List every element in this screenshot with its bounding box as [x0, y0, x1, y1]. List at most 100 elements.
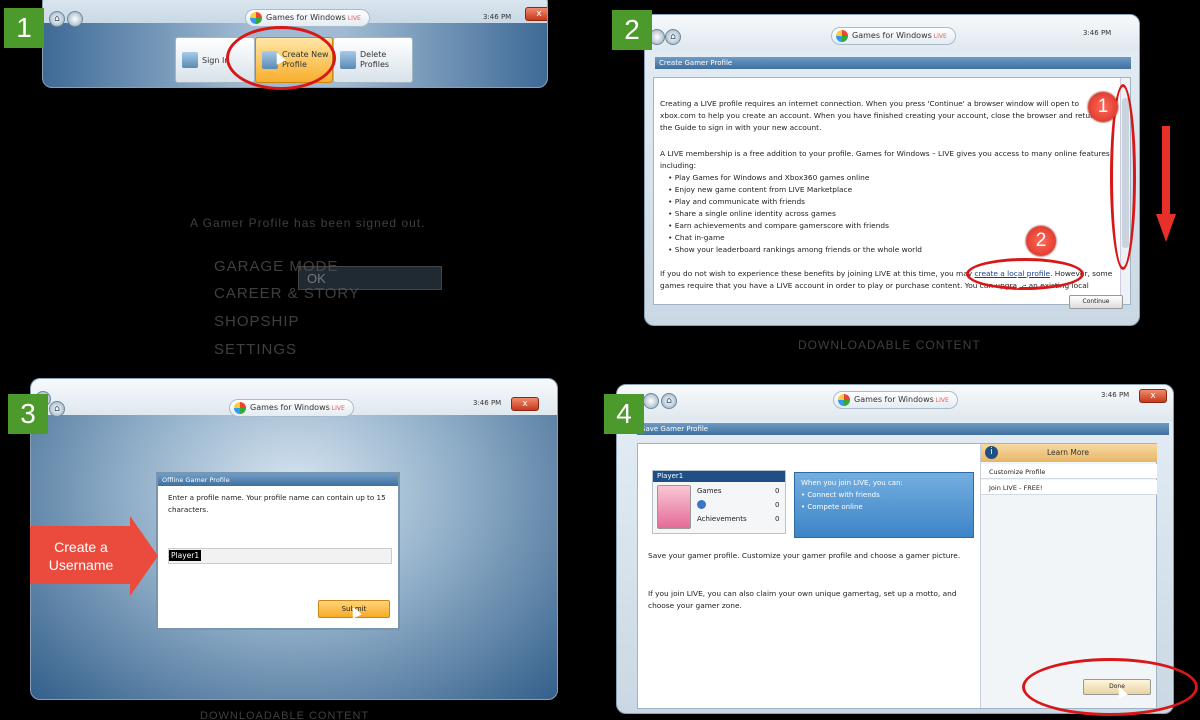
bullet-text: Play and communicate with friends — [674, 197, 806, 206]
bullet-item: • Chat in-game — [668, 233, 725, 242]
annotation-badge-2: 2 — [1026, 226, 1056, 256]
panel-step-2: 2 DOWNLOADABLE CONTENT ⌂ Games for Windo… — [604, 0, 1200, 360]
join-live-title: When you join LIVE, you can: — [801, 479, 903, 487]
red-down-arrowhead-icon — [1156, 214, 1176, 242]
home-icon[interactable]: ⌂ — [661, 393, 677, 409]
join-live-item: • Compete online — [801, 503, 863, 511]
bg-menu-item: SETTINGS — [214, 341, 298, 358]
gfw-logo-icon — [250, 12, 262, 24]
gamerscore-value: 0 — [775, 501, 780, 509]
gamerscore-icon — [697, 500, 706, 509]
sidebar-item-label: Join LIVE - FREE! — [989, 484, 1043, 492]
bg-signout-message: A Gamer Profile has been signed out. — [190, 216, 426, 230]
learn-more-header[interactable]: i Learn More — [981, 444, 1157, 462]
step-number-2: 2 — [612, 10, 652, 50]
bg-menu-item: GARAGE MODE — [214, 258, 339, 275]
panel-step-1: 1 A Gamer Profile has been signed out. O… — [0, 0, 596, 360]
intro-paragraph: Creating a LIVE profile requires an inte… — [660, 99, 1108, 133]
close-button[interactable]: x — [1139, 389, 1167, 403]
bullet-text: Earn achievements and compare gamerscore… — [674, 221, 889, 230]
bullet-text: Play Games for Windows and Xbox360 games… — [674, 173, 870, 182]
avatar — [657, 485, 691, 529]
step-number-3: 3 — [8, 394, 48, 434]
red-down-arrow-icon — [1162, 126, 1170, 216]
bullet-item: • Play and communicate with friends — [668, 197, 806, 206]
clock: 3:46 PM — [1083, 29, 1112, 37]
panel-step-4: ⌂ Games for Windows LIVE 3:46 PM x Save G… — [604, 360, 1200, 720]
dialog-header: Offline Gamer Profile — [158, 474, 398, 486]
player-name: Player1 — [653, 471, 785, 482]
gfw-title-text: Games for Windows — [250, 403, 330, 412]
bullet-item: • Play Games for Windows and Xbox360 gam… — [668, 173, 870, 182]
home-icon[interactable]: ⌂ — [665, 29, 681, 45]
sidebar-item-customize-profile[interactable]: Customize Profile — [981, 464, 1157, 479]
highlight-local-profile-link — [966, 258, 1084, 290]
join-live-paragraph: If you join LIVE, you can also claim you… — [648, 589, 957, 611]
achievements-value: 0 — [775, 515, 780, 523]
bullet-text: Share a single online identity across ga… — [674, 209, 836, 218]
step-number-4: 4 — [604, 394, 644, 434]
close-button[interactable]: x — [511, 397, 539, 411]
save-profile-paragraph: Save your gamer profile. Customize your … — [648, 551, 961, 560]
highlight-done-button — [1022, 658, 1198, 716]
sidebar-item-join-live[interactable]: Join LIVE - FREE! — [981, 480, 1157, 495]
info-icon: i — [985, 446, 998, 459]
gfw-logo-icon — [234, 402, 246, 414]
profile-name-value: Player1 — [169, 550, 202, 561]
bullet-text: Enjoy new game content from LIVE Marketp… — [674, 185, 853, 194]
clock: 3:46 PM — [1101, 391, 1130, 399]
dialog-header: Save Gamer Profile — [637, 423, 1169, 435]
bullet-item: • Enjoy new game content from LIVE Marke… — [668, 185, 853, 194]
signin-icon — [182, 52, 198, 68]
membership-paragraph: A LIVE membership is a free addition to … — [660, 149, 1113, 171]
back-icon[interactable] — [643, 393, 659, 409]
gfw-title-text: Games for Windows — [854, 395, 934, 404]
bg-downloadable-content: DOWNLOADABLE CONTENT — [798, 338, 981, 352]
sidebar-item-label: Customize Profile — [989, 468, 1046, 476]
dialog-header: Create Gamer Profile — [655, 57, 1131, 69]
bg-downloadable-content: DOWNLOADABLE CONTENT — [200, 710, 370, 720]
local-profile-text-a: If you do not wish to experience these b… — [660, 269, 975, 278]
gfw-title: Games for Windows LIVE — [833, 391, 958, 409]
home-icon[interactable]: ⌂ — [49, 401, 65, 417]
continue-button[interactable]: Continue — [1069, 295, 1123, 309]
callout-arrowhead-icon — [130, 516, 158, 596]
bg-menu-item: CAREER & STORY — [214, 285, 360, 302]
live-label: LIVE — [935, 397, 949, 404]
annotation-badge-1: 1 — [1088, 92, 1118, 122]
create-username-callout: Create a Username — [30, 526, 130, 584]
live-label: LIVE — [347, 15, 361, 22]
gfw-title: Games for Windows LIVE — [831, 27, 956, 45]
back-icon[interactable] — [67, 11, 83, 27]
bullet-text: Show your leaderboard rankings among fri… — [674, 245, 922, 254]
offline-profile-dialog: Offline Gamer Profile Enter a profile na… — [156, 472, 400, 630]
gfw-logo-icon — [838, 394, 850, 406]
close-button[interactable]: x — [525, 7, 547, 21]
live-label: LIVE — [933, 33, 947, 40]
callout-text: Create a Username — [48, 539, 114, 573]
games-label: Games — [697, 487, 722, 495]
clock: 3:46 PM — [483, 13, 512, 21]
gfw-logo-icon — [836, 30, 848, 42]
step-number-1: 1 — [4, 8, 44, 48]
bullet-item: • Earn achievements and compare gamersco… — [668, 221, 889, 230]
gfw-title: Games for Windows LIVE — [245, 9, 370, 27]
highlight-create-profile — [226, 26, 336, 90]
gfw-title: Games for Windows LIVE — [229, 399, 354, 417]
dialog-instruction: Enter a profile name. Your profile name … — [168, 493, 386, 515]
home-icon[interactable]: ⌂ — [49, 11, 65, 27]
panel-step-3: DOWNLOADABLE CONTENT ⌂ Games for Windows… — [0, 360, 596, 720]
join-live-box: When you join LIVE, you can: • Connect w… — [794, 472, 974, 538]
delete-profiles-icon — [340, 51, 356, 69]
achievements-label: Achievements — [697, 515, 747, 523]
bullet-item: • Share a single online identity across … — [668, 209, 836, 218]
delete-profiles-button[interactable]: Delete Profiles — [333, 37, 413, 83]
player-card: Player1 Games 0 0 Achievements 0 — [652, 470, 786, 534]
gfw-title-text: Games for Windows — [266, 13, 346, 22]
bullet-text: Chat in-game — [674, 233, 725, 242]
bullet-item: • Show your leaderboard rankings among f… — [668, 245, 922, 254]
learn-more-label: Learn More — [1047, 448, 1089, 457]
bg-menu-item: SHOPSHIP — [214, 313, 300, 330]
delete-profiles-label: Delete Profiles — [360, 50, 390, 69]
profile-name-input[interactable]: Player1 — [168, 548, 392, 564]
